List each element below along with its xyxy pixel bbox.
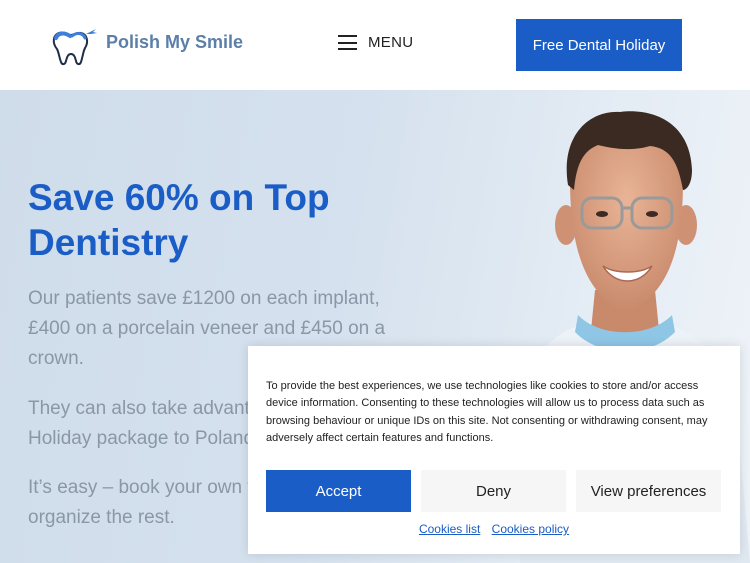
- cookie-consent-banner: To provide the best experiences, we use …: [248, 346, 740, 554]
- deny-cookies-button[interactable]: Deny: [421, 470, 566, 512]
- cookie-consent-text: To provide the best experiences, we use …: [266, 380, 708, 444]
- view-preferences-button[interactable]: View preferences: [576, 470, 721, 512]
- site-logo[interactable]: Polish My Smile: [50, 24, 243, 66]
- menu-label: MENU: [368, 34, 414, 51]
- accept-cookies-button[interactable]: Accept: [266, 470, 411, 512]
- hamburger-icon: [338, 35, 357, 50]
- cookie-links: Cookies list Cookies policy: [248, 522, 740, 536]
- logo-text: Polish My Smile: [106, 31, 244, 52]
- site-header: Polish My Smile MENU Free Dental Holiday: [0, 0, 750, 90]
- hero-title: Save 60% on Top Dentistry: [28, 177, 330, 263]
- menu-toggle[interactable]: MENU: [338, 34, 413, 51]
- cookies-list-link[interactable]: Cookies list: [419, 522, 480, 536]
- free-dental-holiday-button[interactable]: Free Dental Holiday: [516, 19, 682, 71]
- tooth-plane-logo-icon: [52, 29, 97, 66]
- cookies-policy-link[interactable]: Cookies policy: [492, 522, 569, 536]
